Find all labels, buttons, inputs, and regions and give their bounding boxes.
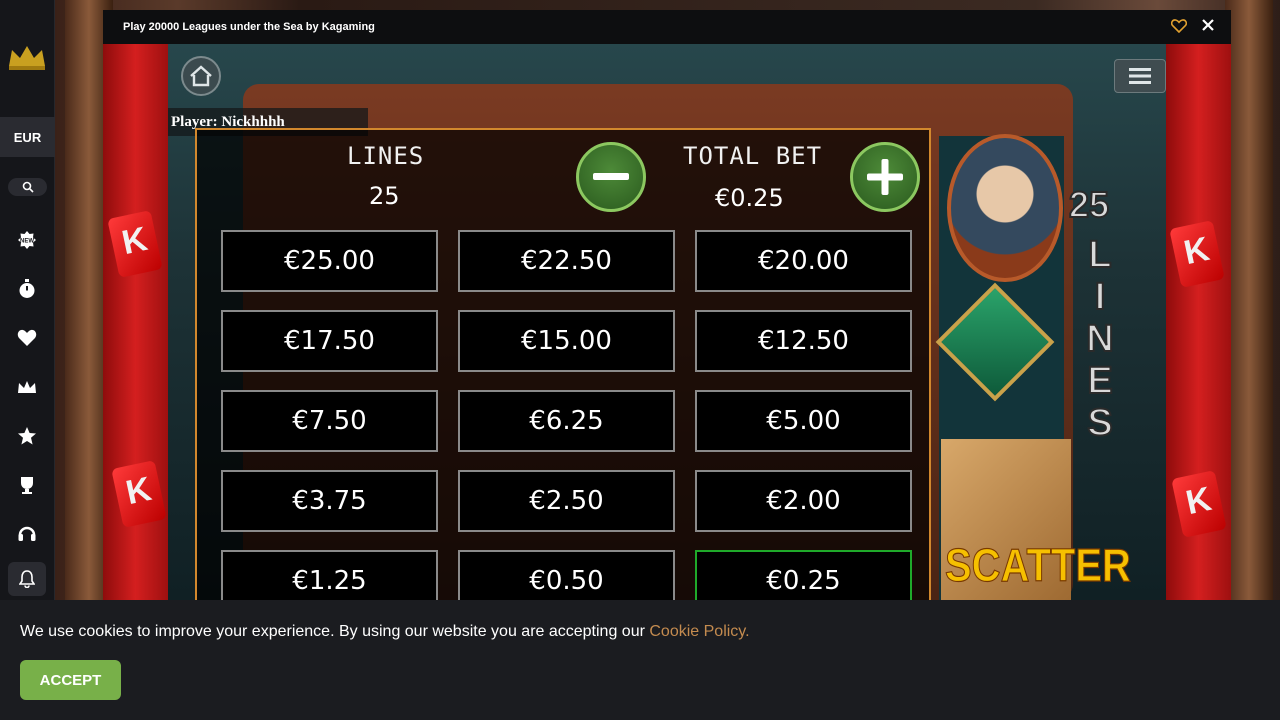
cookie-banner: We use cookies to improve your experienc… <box>0 600 1280 720</box>
svg-text:NEW: NEW <box>20 239 34 245</box>
heart-icon[interactable] <box>14 325 40 351</box>
bet-option-button[interactable]: €3.75 <box>221 470 438 532</box>
captain-portrait-symbol <box>947 134 1063 282</box>
bet-option-button[interactable]: €2.00 <box>695 470 912 532</box>
bell-icon[interactable] <box>8 562 46 596</box>
bet-option-button[interactable]: €25.00 <box>221 230 438 292</box>
scatter-symbol-text: SCATTER <box>945 540 1132 592</box>
decrease-bet-button[interactable] <box>576 142 646 212</box>
bet-option-button[interactable]: €7.50 <box>221 390 438 452</box>
headset-icon[interactable] <box>14 521 40 547</box>
side-lines-label: LINES <box>1078 233 1122 445</box>
cookie-message: We use cookies to improve your experienc… <box>20 623 650 640</box>
total-bet-label: TOTAL BET <box>683 142 823 170</box>
background-pillar <box>1225 0 1273 600</box>
accept-cookies-button[interactable]: ACCEPT <box>20 660 121 700</box>
bet-option-button-selected[interactable]: €0.25 <box>695 550 912 600</box>
star-icon[interactable] <box>14 423 40 449</box>
lines-value: 25 <box>369 182 400 210</box>
cookie-text: We use cookies to improve your experienc… <box>20 623 750 641</box>
currency-selector[interactable]: EUR <box>0 117 55 157</box>
cookie-policy-link[interactable]: Cookie Policy. <box>649 623 749 640</box>
bet-option-button[interactable]: €0.50 <box>458 550 675 600</box>
bet-option-button[interactable]: €5.00 <box>695 390 912 452</box>
stopwatch-icon[interactable] <box>14 276 40 302</box>
bet-option-button[interactable]: €2.50 <box>458 470 675 532</box>
modal-header: Play 20000 Leagues under the Sea by Kaga… <box>103 10 1231 44</box>
bet-option-button[interactable]: €15.00 <box>458 310 675 372</box>
game-modal: Play 20000 Leagues under the Sea by Kaga… <box>103 10 1231 600</box>
new-badge-icon[interactable]: NEW <box>14 227 40 253</box>
menu-icon[interactable] <box>1114 59 1166 93</box>
increase-bet-button[interactable] <box>850 142 920 212</box>
side-lines-number: 25 <box>1068 183 1110 226</box>
modal-title: Play 20000 Leagues under the Sea by Kaga… <box>123 21 375 33</box>
bet-option-button[interactable]: €1.25 <box>221 550 438 600</box>
bet-option-button[interactable]: €22.50 <box>458 230 675 292</box>
search-icon[interactable] <box>8 178 47 196</box>
plus-icon <box>867 159 903 195</box>
minus-icon <box>593 173 629 180</box>
home-icon[interactable] <box>181 56 221 96</box>
favorite-heart-icon[interactable] <box>1170 19 1189 35</box>
trophy-icon[interactable] <box>14 472 40 498</box>
bet-panel: LINES 25 TOTAL BET €0.25 €25.00 €22.50 €… <box>195 128 931 600</box>
lines-label: LINES <box>347 142 425 170</box>
sidebar: EUR NEW <box>0 0 55 600</box>
close-icon[interactable] <box>1201 18 1219 36</box>
side-lines-text: LINES <box>1071 233 1129 459</box>
bet-option-button[interactable]: €6.25 <box>458 390 675 452</box>
total-bet-value: €0.25 <box>715 184 784 212</box>
crown-icon[interactable] <box>14 374 40 400</box>
bet-option-button[interactable]: €12.50 <box>695 310 912 372</box>
game-frame[interactable]: SCATTER 25 LINES Player: Nickhhhh LINES … <box>103 44 1231 600</box>
bet-option-button[interactable]: €20.00 <box>695 230 912 292</box>
bet-option-button[interactable]: €17.50 <box>221 310 438 372</box>
crown-logo-icon[interactable] <box>6 42 48 72</box>
